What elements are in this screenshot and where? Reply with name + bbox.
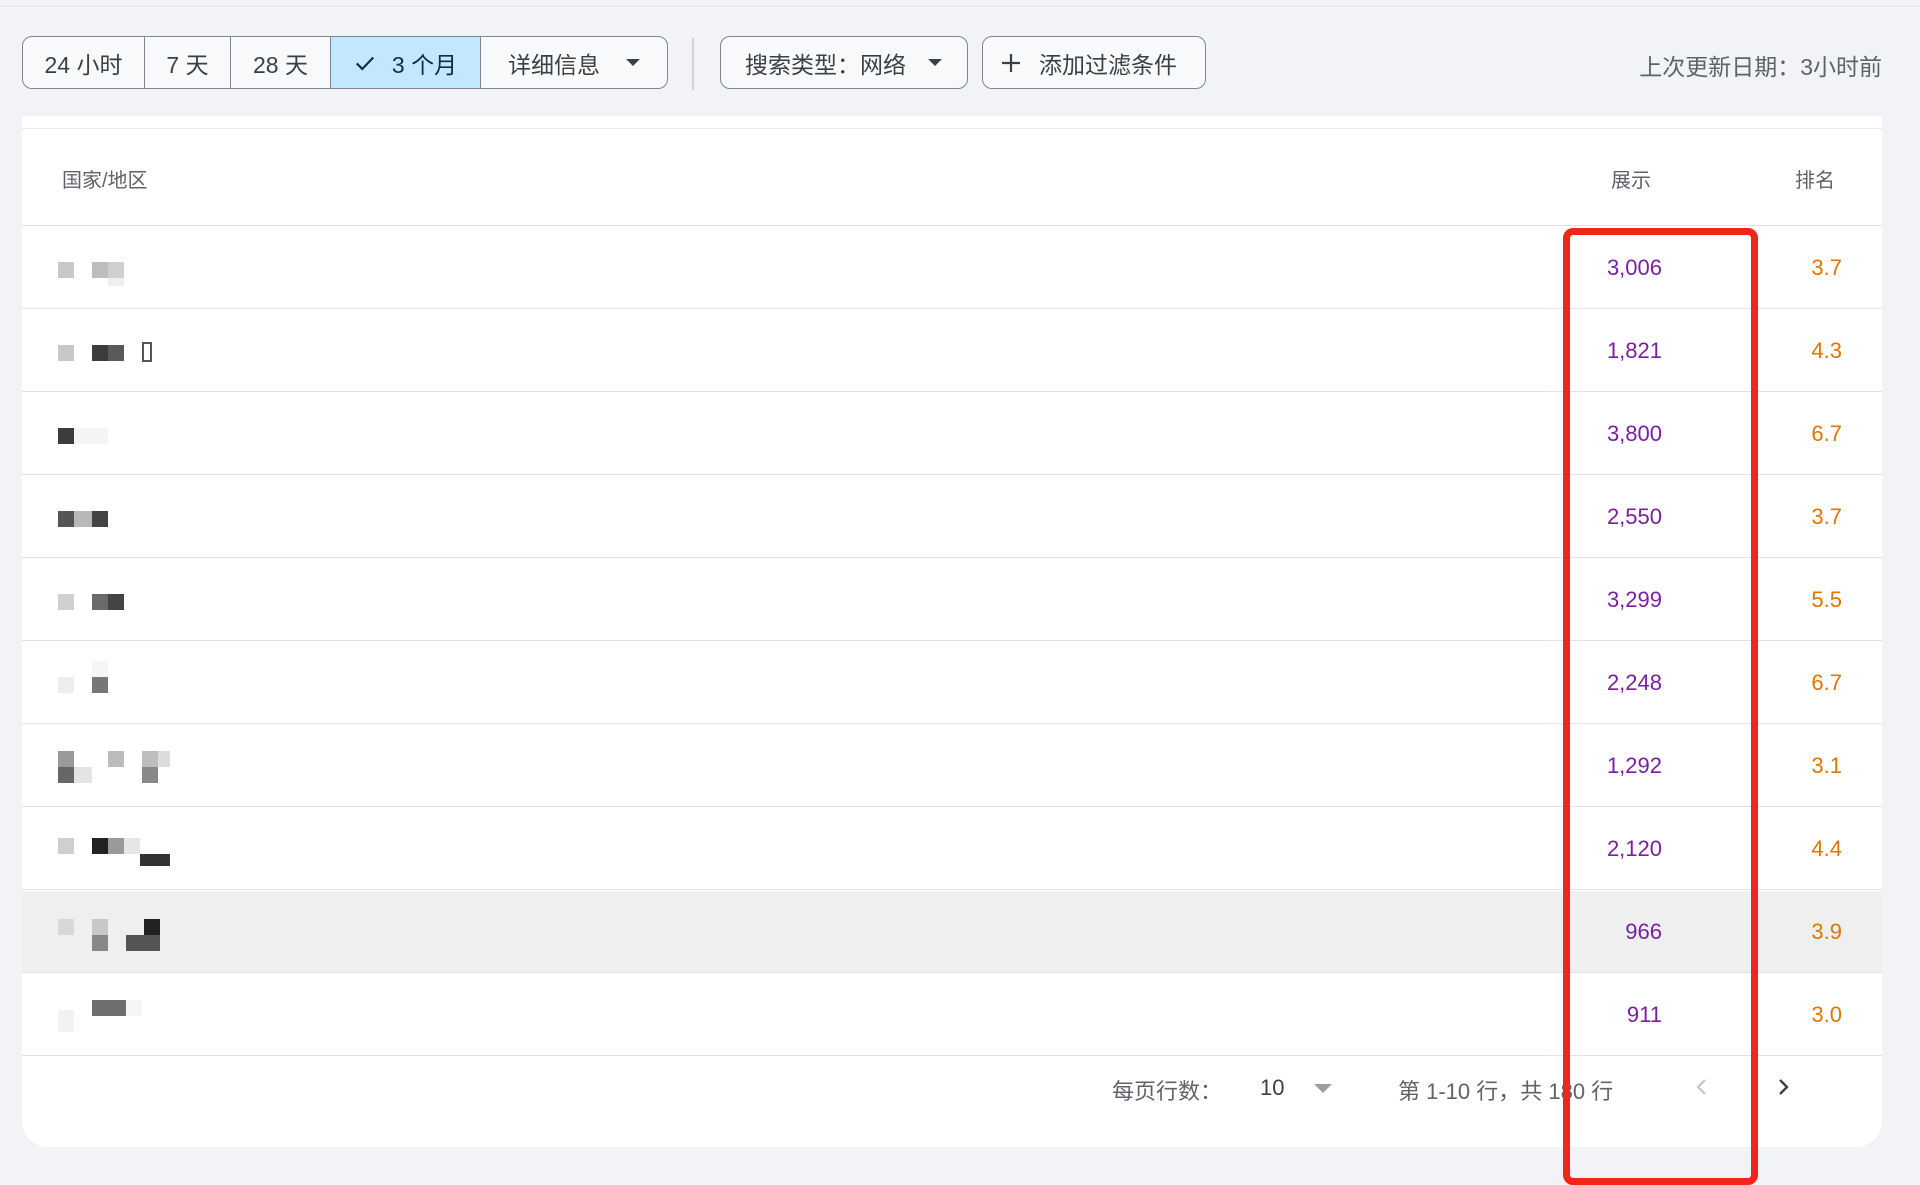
- more-details-dropdown[interactable]: 详细信息: [481, 37, 667, 88]
- position-value: 4.4: [1811, 836, 1842, 861]
- position-value: 6.7: [1811, 670, 1842, 695]
- position-value: 6.7: [1811, 421, 1842, 446]
- country-name-pixelated: [58, 751, 238, 791]
- range-label: 7 天: [166, 51, 209, 78]
- country-name-pixelated: [58, 336, 238, 376]
- range-3m-button[interactable]: 3 个月: [331, 37, 481, 88]
- caret-down-icon: [928, 59, 942, 66]
- position-value: 4.3: [1811, 338, 1842, 363]
- country-name-pixelated: [58, 585, 238, 625]
- column-header-country[interactable]: 国家/地区: [62, 164, 148, 193]
- position-value: 3.7: [1811, 504, 1842, 529]
- impressions-value: 3,299: [1606, 587, 1662, 612]
- pagination-range-text: 第 1-10 行，共 180 行: [1398, 1079, 1614, 1104]
- rows-per-page-value: 10: [1260, 1075, 1285, 1100]
- impressions-value: 1,821: [1606, 338, 1662, 363]
- more-details-label: 详细信息: [508, 51, 600, 78]
- table-header: 国家/地区 展示 排名: [22, 130, 1882, 226]
- caret-down-icon: [626, 59, 640, 66]
- check-icon: [355, 56, 374, 71]
- country-name-pixelated: [58, 502, 238, 542]
- country-table-card: 国家/地区 展示 排名 3,006 3.7 1,821 4.3 3,800 6.…: [22, 116, 1882, 1185]
- search-type-label: 搜索类型：网络: [745, 51, 906, 78]
- range-28d-button[interactable]: 28 天: [231, 37, 331, 88]
- country-name-pixelated: [58, 834, 238, 874]
- table-row[interactable]: 1,821 4.3: [22, 310, 1882, 392]
- table-row[interactable]: 1,292 3.1: [22, 725, 1882, 807]
- position-value: 3.0: [1811, 1002, 1842, 1027]
- position-value: 3.9: [1811, 919, 1842, 944]
- country-name-pixelated: [58, 917, 238, 957]
- table-row[interactable]: 3,299 5.5: [22, 559, 1882, 641]
- date-range-selector: 24 小时 7 天 28 天 3 个月 详细信息: [22, 36, 668, 89]
- impressions-value: 2,550: [1606, 504, 1662, 529]
- impressions-value: 2,120: [1606, 836, 1662, 861]
- country-name-pixelated: [58, 1000, 238, 1040]
- plus-icon: [1002, 53, 1020, 72]
- toolbar-divider: [692, 38, 694, 90]
- range-24h-button[interactable]: 24 小时: [23, 37, 145, 88]
- table-row-hovered[interactable]: 966 3.9: [22, 891, 1882, 973]
- impressions-value: 2,248: [1606, 670, 1662, 695]
- table-row[interactable]: 2,550 3.7: [22, 476, 1882, 558]
- table-row[interactable]: 2,248 6.7: [22, 642, 1882, 724]
- table-pagination: 每页行数： 10 第 1-10 行，共 180 行: [22, 1052, 1882, 1124]
- add-filter-label: 添加过滤条件: [1039, 51, 1177, 78]
- chevron-right-icon: [1779, 1079, 1789, 1095]
- table-row[interactable]: 2,120 4.4: [22, 808, 1882, 890]
- position-value: 5.5: [1811, 587, 1842, 612]
- rows-per-page-label: 每页行数：: [1112, 1079, 1223, 1104]
- card-divider: [22, 128, 1882, 129]
- range-label: 3 个月: [391, 51, 458, 78]
- top-divider: [0, 6, 1920, 7]
- impressions-value: 3,006: [1606, 255, 1662, 280]
- add-filter-button[interactable]: 添加过滤条件: [982, 36, 1206, 89]
- country-name-pixelated: [58, 419, 238, 459]
- chevron-left-icon: [1696, 1079, 1706, 1095]
- range-7d-button[interactable]: 7 天: [145, 37, 231, 88]
- table-row[interactable]: 3,006 3.7: [22, 227, 1882, 309]
- last-updated-text: 上次更新日期：3小时前: [1639, 54, 1882, 80]
- next-page-button[interactable]: [1766, 1070, 1800, 1104]
- search-type-filter[interactable]: 搜索类型：网络: [720, 36, 968, 89]
- previous-page-button[interactable]: [1685, 1070, 1719, 1104]
- position-value: 3.7: [1811, 255, 1842, 280]
- impressions-value: 966: [1625, 919, 1662, 944]
- country-name-pixelated: [58, 661, 238, 708]
- table-row[interactable]: 3,800 6.7: [22, 393, 1882, 475]
- impressions-value: 911: [1626, 1002, 1662, 1027]
- table-row[interactable]: 911 3.0: [22, 974, 1882, 1056]
- column-header-impressions[interactable]: 展示: [1611, 164, 1651, 193]
- range-label: 24 小时: [44, 51, 123, 78]
- toolbar: 24 小时 7 天 28 天 3 个月 详细信息 搜索类型：网络 添加过滤条件 …: [22, 36, 1882, 90]
- impressions-value: 3,800: [1606, 421, 1662, 446]
- caret-down-icon: [1314, 1083, 1333, 1093]
- country-name-pixelated: [58, 253, 238, 293]
- range-label: 28 天: [253, 51, 308, 78]
- column-header-position[interactable]: 排名: [1795, 164, 1835, 193]
- impressions-value: 1,292: [1606, 753, 1662, 778]
- position-value: 3.1: [1811, 753, 1842, 778]
- rows-per-page-select[interactable]: 10: [1260, 1068, 1370, 1108]
